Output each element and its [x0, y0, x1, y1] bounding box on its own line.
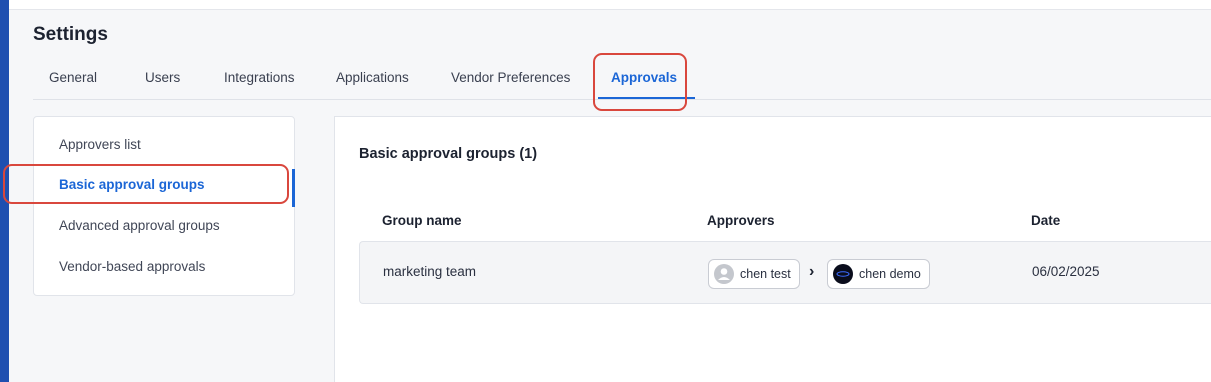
approver-name: chen test [740, 267, 791, 281]
top-bar [9, 0, 1211, 10]
tab-vendor-preferences[interactable]: Vendor Preferences [451, 70, 570, 85]
basic-approval-groups-highlight [3, 164, 289, 204]
sidebar-item-vendor-based-approvals[interactable]: Vendor-based approvals [59, 259, 205, 274]
company-logo [833, 264, 853, 284]
section-title: Basic approval groups (1) [359, 146, 538, 162]
approver-chip[interactable]: chen demo [827, 259, 930, 289]
column-header-approvers: Approvers [707, 213, 775, 228]
tab-integrations[interactable]: Integrations [224, 70, 295, 85]
sidebar-item-advanced-approval-groups[interactable]: Advanced approval groups [59, 218, 220, 233]
chevron-right-icon: › [809, 263, 815, 280]
page-title: Settings [33, 24, 108, 45]
table-row[interactable]: marketing team chen test › chen demo 06/… [359, 241, 1211, 304]
tab-general[interactable]: General [49, 70, 97, 85]
approval-groups-panel: Basic approval groups (1) Group name App… [334, 116, 1211, 382]
approver-name: chen demo [859, 267, 921, 281]
approvals-sidebar: Approvers list Basic approval groups Adv… [33, 116, 295, 296]
group-name-cell: marketing team [383, 264, 477, 279]
date-cell: 06/02/2025 [1032, 264, 1100, 279]
approver-chip[interactable]: chen test [708, 259, 800, 289]
approvers-cell: chen test › chen demo [708, 242, 948, 305]
column-header-date: Date [1031, 213, 1061, 228]
tab-applications[interactable]: Applications [336, 70, 409, 85]
active-item-indicator [292, 169, 295, 207]
tab-users[interactable]: Users [145, 70, 180, 85]
column-header-group-name: Group name [382, 213, 462, 228]
approvals-tab-highlight [593, 53, 687, 111]
person-icon [714, 264, 734, 284]
sidebar-item-approvers-list[interactable]: Approvers list [59, 137, 141, 152]
